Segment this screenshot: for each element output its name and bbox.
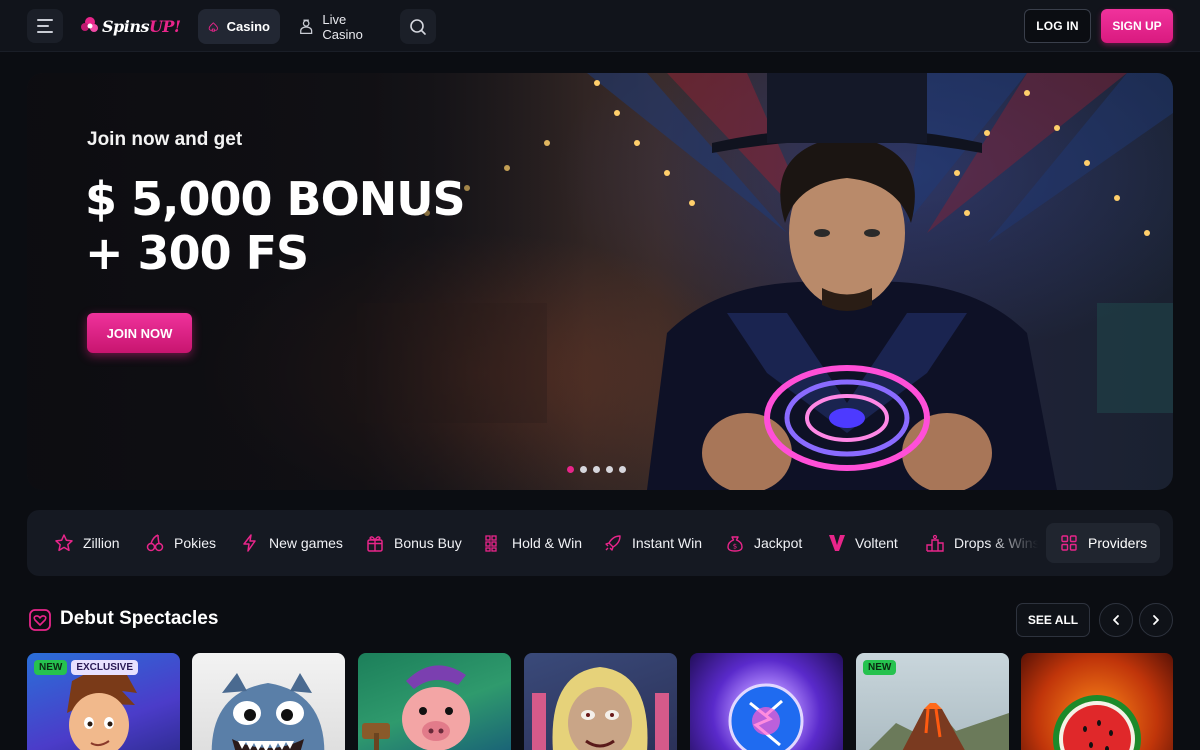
- category-jackpot[interactable]: $ Jackpot: [725, 510, 802, 576]
- game-thumbnail: [211, 673, 325, 750]
- game-card[interactable]: [690, 653, 843, 750]
- spade-icon: [208, 21, 218, 32]
- badge-exclusive: EXCLUSIVE: [71, 660, 139, 675]
- badge-new: NEW: [863, 660, 897, 675]
- nav-live-casino[interactable]: Live Casino: [288, 9, 394, 44]
- category-pokies[interactable]: Pokies: [145, 510, 216, 576]
- category-label: Zillion: [83, 535, 120, 551]
- game-card[interactable]: [192, 653, 345, 750]
- rocket-icon: [605, 535, 621, 551]
- category-instant-win[interactable]: Instant Win: [603, 510, 702, 576]
- heart-badge-icon: [29, 609, 51, 631]
- nav-casino[interactable]: Casino: [198, 9, 280, 44]
- game-thumbnail: [1053, 695, 1141, 750]
- logo[interactable]: SpinsUP!: [80, 12, 181, 40]
- login-button[interactable]: LOG IN: [1024, 9, 1091, 43]
- category-label: Instant Win: [632, 535, 703, 551]
- nav-live-casino-label: Live Casino: [322, 11, 363, 42]
- game-thumbnail: [362, 665, 470, 750]
- chevron-left-icon: [1113, 615, 1119, 625]
- category-providers[interactable]: Providers: [1046, 523, 1160, 563]
- carousel-prev-button[interactable]: [1099, 603, 1133, 637]
- providers-grid-icon: [1061, 535, 1077, 551]
- search-button[interactable]: [400, 9, 436, 44]
- carousel-dots: [567, 466, 626, 473]
- logo-text-accent: UP!: [148, 16, 181, 36]
- lightning-icon: [243, 534, 256, 552]
- category-bar: Zillion Pokies New games Bonus Buy Hold …: [27, 510, 1173, 576]
- nav-casino-label: Casino: [226, 19, 270, 34]
- gift-icon: [367, 536, 383, 552]
- money-bag-icon: $: [727, 536, 743, 552]
- menu-button[interactable]: [27, 9, 63, 43]
- chevron-right-icon: [1153, 615, 1159, 625]
- hero-banner[interactable]: Join now and get $ 5,000 BONUS + 300 FS …: [27, 73, 1173, 490]
- dealer-icon: [300, 19, 313, 34]
- svg-text:$: $: [733, 543, 737, 551]
- logo-text-main: Spins: [102, 16, 149, 36]
- category-label: Hold & Win: [512, 535, 583, 551]
- game-thumbnail: [532, 667, 669, 750]
- category-label: Jackpot: [754, 535, 803, 551]
- category-label: Voltent: [855, 535, 898, 551]
- section-title: Debut Spectacles: [60, 608, 219, 629]
- game-card[interactable]: [358, 653, 511, 750]
- category-label: New games: [269, 535, 343, 551]
- category-label: Providers: [1088, 535, 1148, 551]
- hero-headline-fs: + 300 FS: [85, 226, 309, 280]
- cherries-icon: [146, 534, 164, 552]
- carousel-next-button[interactable]: [1139, 603, 1173, 637]
- join-now-button[interactable]: JOIN NOW: [87, 313, 192, 353]
- signup-button[interactable]: SIGN UP: [1101, 9, 1173, 43]
- game-card[interactable]: NEW EXCLUSIVE: [27, 653, 180, 750]
- see-all-button[interactable]: SEE ALL: [1016, 603, 1090, 637]
- badge-new: NEW: [34, 660, 68, 675]
- carousel-dot[interactable]: [606, 466, 613, 473]
- grid-icon: [485, 535, 497, 552]
- hero-headline-bonus: $ 5,000 BONUS: [85, 172, 466, 226]
- search-icon: [410, 18, 426, 35]
- game-card[interactable]: NEW: [856, 653, 1009, 750]
- category-hold-win[interactable]: Hold & Win: [483, 510, 582, 576]
- category-label: Bonus Buy: [394, 535, 462, 551]
- category-new-games[interactable]: New games: [240, 510, 343, 576]
- star-icon: [55, 534, 73, 552]
- voltent-logo-icon: [829, 535, 845, 551]
- carousel-dot[interactable]: [580, 466, 587, 473]
- category-zillion[interactable]: Zillion: [54, 510, 120, 576]
- game-thumbnail: [728, 683, 804, 750]
- carousel-dot[interactable]: [593, 466, 600, 473]
- logo-flower-icon: [81, 17, 98, 32]
- category-bonus-buy[interactable]: Bonus Buy: [365, 510, 462, 576]
- game-card[interactable]: [1021, 653, 1173, 750]
- category-voltent[interactable]: Voltent: [828, 510, 898, 576]
- top-header: SpinsUP! Casino Live Casino LOG IN SIGN …: [0, 0, 1200, 52]
- carousel-dot[interactable]: [619, 466, 626, 473]
- podium-icon: [926, 534, 944, 552]
- category-label: Pokies: [174, 535, 217, 551]
- game-card[interactable]: [524, 653, 677, 750]
- hero-intro: Join now and get: [87, 129, 243, 150]
- carousel-dot[interactable]: [567, 466, 574, 473]
